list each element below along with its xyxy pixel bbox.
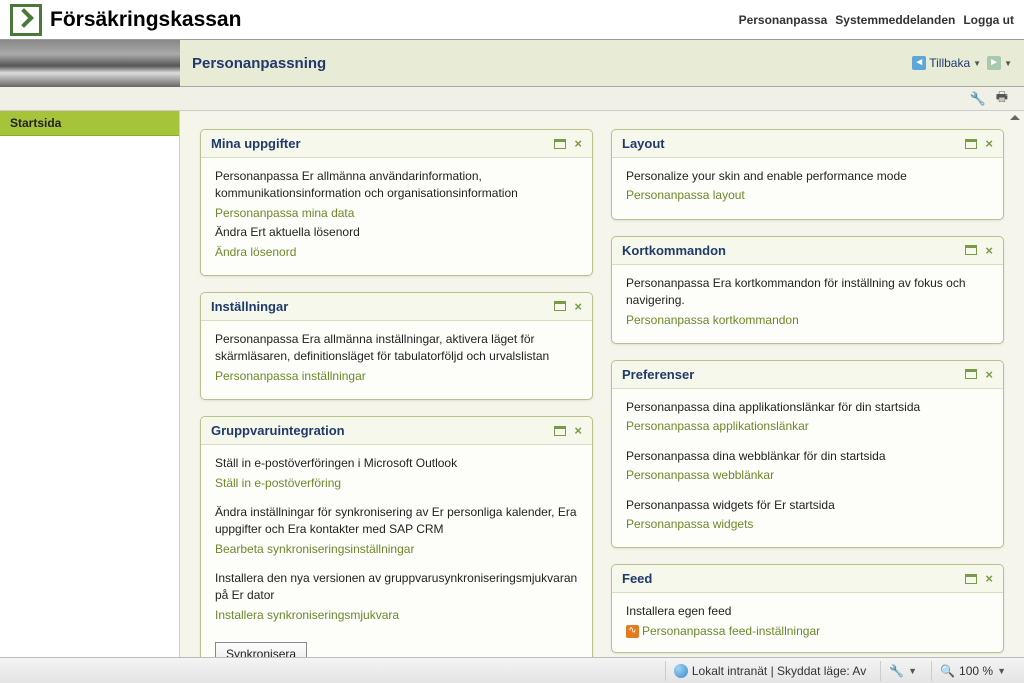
close-icon[interactable]: × (574, 300, 582, 313)
chevron-down-icon: ▼ (1004, 59, 1012, 68)
link-personanpassa-layout[interactable]: Personanpassa layout (626, 187, 989, 204)
minimize-icon[interactable] (965, 369, 977, 379)
panel-desc: Ändra Ert aktuella lösenord (215, 224, 578, 241)
panel-preferenser: Preferenser × Personanpassa dina applika… (611, 360, 1004, 548)
panel-desc: Personanpassa Er allmänna användarinform… (215, 168, 578, 203)
synchronize-button[interactable]: Synkronisera (215, 642, 307, 657)
topbar: Försäkringskassan Personanpassa Systemme… (0, 0, 1024, 40)
panel-desc: Ändra inställningar för synkronisering a… (215, 504, 578, 539)
toplink-personalize[interactable]: Personanpassa (739, 13, 828, 27)
chevron-down-icon: ▼ (973, 59, 981, 68)
panel-title: Kortkommandon (622, 243, 726, 258)
status-zoom[interactable]: 🔍 100 % ▼ (931, 661, 1014, 681)
status-tools[interactable]: 🔧 ▼ (880, 661, 925, 681)
column-left: Mina uppgifter × Personanpassa Er allmän… (200, 129, 593, 647)
panel-installningar: Inställningar × Personanpassa Era allmän… (200, 292, 593, 400)
status-zone: Lokalt intranät | Skyddat läge: Av (665, 661, 874, 681)
banner-image (0, 40, 180, 87)
arrow-right-icon: ► (987, 56, 1001, 70)
close-icon[interactable]: × (985, 572, 993, 585)
globe-icon (674, 664, 688, 678)
close-icon[interactable]: × (574, 424, 582, 437)
rss-icon: ∿ (626, 625, 639, 638)
site-name: Försäkringskassan (50, 8, 241, 32)
panel-title: Layout (622, 136, 665, 151)
link-personanpassa-mina-data[interactable]: Personanpassa mina data (215, 205, 578, 222)
panel-gruppvaruintegration: Gruppvaruintegration × Ställ in e-postöv… (200, 416, 593, 657)
header-strip: Personanpassning ◄ Tillbaka ▼ ► ▼ (0, 40, 1024, 87)
zoom-icon: 🔍 (940, 664, 955, 678)
settings-icon[interactable]: 🔧 (970, 91, 986, 107)
page-title: Personanpassning (192, 55, 326, 72)
panel-title: Mina uppgifter (211, 136, 301, 151)
close-icon[interactable]: × (574, 137, 582, 150)
panel-title: Gruppvaruintegration (211, 423, 345, 438)
back-button[interactable]: ◄ Tillbaka ▼ (912, 56, 981, 70)
minimize-icon[interactable] (554, 426, 566, 436)
sidebar-item-startsida[interactable]: Startsida (0, 111, 179, 136)
status-bar: Lokalt intranät | Skyddat läge: Av 🔧 ▼ 🔍… (0, 657, 1024, 683)
panel-desc: Personanpassa Era allmänna inställningar… (215, 331, 578, 366)
forward-button[interactable]: ► ▼ (987, 56, 1012, 70)
panel-feed: Feed × Installera egen feed ∿Personanpas… (611, 564, 1004, 653)
link-personanpassa-feed[interactable]: Personanpassa feed-inställningar (642, 624, 820, 638)
panel-kortkommandon: Kortkommandon × Personanpassa Era kortko… (611, 236, 1004, 344)
panel-title: Feed (622, 571, 652, 586)
panel-title: Inställningar (211, 299, 288, 314)
top-links: Personanpassa Systemmeddelanden Logga ut (739, 13, 1014, 27)
site-logo[interactable]: Försäkringskassan (10, 4, 241, 36)
minimize-icon[interactable] (965, 574, 977, 584)
chevron-down-icon: ▼ (997, 666, 1006, 676)
link-personanpassa-kortkommandon[interactable]: Personanpassa kortkommandon (626, 312, 989, 329)
panel-desc: Ställ in e-postöverföringen i Microsoft … (215, 455, 578, 472)
column-right: Layout × Personalize your skin and enabl… (611, 129, 1004, 647)
link-personanpassa-applikationslankar[interactable]: Personanpassa applikationslänkar (626, 418, 989, 435)
link-bearbeta-synk[interactable]: Bearbeta synkroniseringsinställningar (215, 541, 578, 558)
sidebar: Startsida (0, 111, 180, 657)
panel-desc: Installera egen feed (626, 603, 989, 620)
link-personanpassa-widgets[interactable]: Personanpassa widgets (626, 516, 989, 533)
link-personanpassa-webblankar[interactable]: Personanpassa webblänkar (626, 467, 989, 484)
wrench-icon: 🔧 (889, 664, 904, 678)
content-area: Mina uppgifter × Personanpassa Er allmän… (180, 111, 1024, 657)
scroll-up-icon[interactable] (1010, 115, 1020, 120)
back-label: Tillbaka (929, 56, 970, 70)
panel-desc: Personanpassa widgets för Er startsida (626, 497, 989, 514)
link-andra-losenord[interactable]: Ändra lösenord (215, 244, 578, 261)
link-personanpassa-installningar[interactable]: Personanpassa inställningar (215, 368, 578, 385)
chevron-down-icon: ▼ (908, 666, 917, 676)
zoom-value: 100 % (959, 664, 993, 678)
arrow-left-icon: ◄ (912, 56, 926, 70)
main-area: Startsida Mina uppgifter × Personanpassa… (0, 111, 1024, 657)
close-icon[interactable]: × (985, 244, 993, 257)
print-icon[interactable]: 🖶 (996, 88, 1008, 110)
minimize-icon[interactable] (554, 139, 566, 149)
header-nav: ◄ Tillbaka ▼ ► ▼ (912, 56, 1012, 70)
minimize-icon[interactable] (965, 139, 977, 149)
panel-desc: Personanpassa dina applikationslänkar fö… (626, 399, 989, 416)
toolbar-row: 🔧 🖶 (0, 87, 1024, 111)
panel-desc: Personanpassa dina webblänkar för din st… (626, 448, 989, 465)
panel-layout: Layout × Personalize your skin and enabl… (611, 129, 1004, 220)
logo-icon (10, 4, 42, 36)
toplink-system-messages[interactable]: Systemmeddelanden (835, 13, 955, 27)
panel-mina-uppgifter: Mina uppgifter × Personanpassa Er allmän… (200, 129, 593, 276)
panel-desc: Personanpassa Era kortkommandon för inst… (626, 275, 989, 310)
close-icon[interactable]: × (985, 368, 993, 381)
close-icon[interactable]: × (985, 137, 993, 150)
link-stall-in-epost[interactable]: Ställ in e-postöverföring (215, 475, 578, 492)
status-zone-text: Lokalt intranät | Skyddat läge: Av (692, 664, 866, 678)
panel-desc: Personalize your skin and enable perform… (626, 168, 989, 185)
minimize-icon[interactable] (965, 245, 977, 255)
panel-title: Preferenser (622, 367, 694, 382)
link-installera-synk[interactable]: Installera synkroniseringsmjukvara (215, 607, 578, 624)
toplink-logout[interactable]: Logga ut (963, 13, 1014, 27)
minimize-icon[interactable] (554, 301, 566, 311)
panel-desc: Installera den nya versionen av gruppvar… (215, 570, 578, 605)
